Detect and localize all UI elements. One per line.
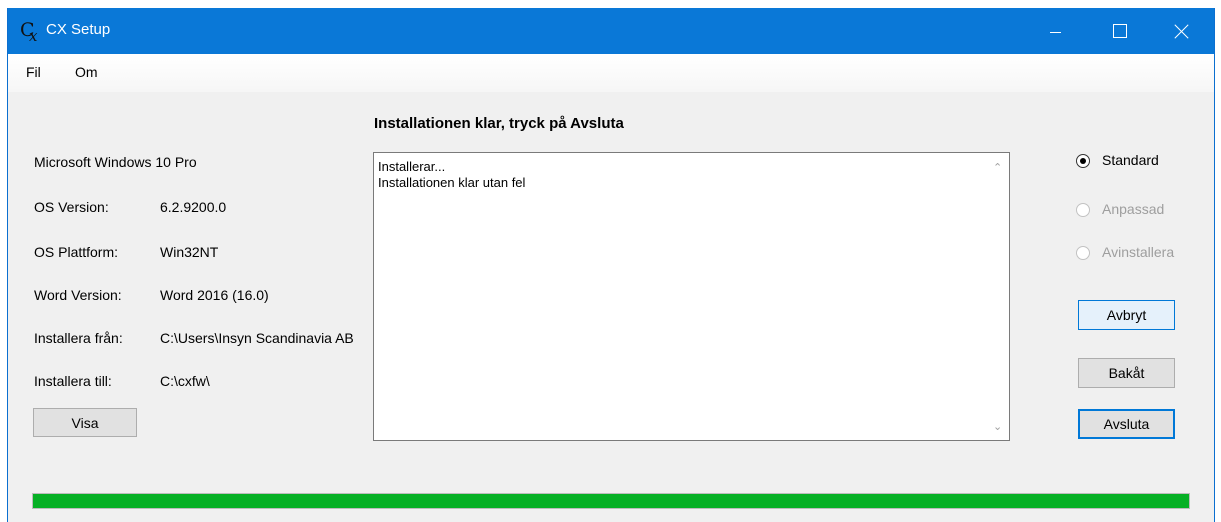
menu-fil[interactable]: Fil (26, 64, 41, 80)
install-log[interactable]: Installerar... Installationen klar utan … (373, 152, 1010, 441)
install-from-value: C:\Users\Insyn Scandinavia AB (160, 330, 354, 346)
status-heading: Installationen klar, tryck på Avsluta (374, 115, 624, 132)
os-platform-label: OS Plattform: (34, 244, 119, 260)
os-name: Microsoft Windows 10 Pro (34, 154, 197, 170)
cancel-button[interactable]: Avbryt (1078, 300, 1175, 330)
scroll-down-icon[interactable]: ⌄ (993, 422, 1003, 433)
radio-unchecked-icon (1076, 246, 1090, 260)
radio-avinstallera-label: Avinstallera (1102, 244, 1175, 260)
install-from-label: Installera från: (34, 330, 123, 346)
setup-window: Cx CX Setup Fil Om Microsoft Windows 10 … (7, 8, 1215, 522)
word-version-label: Word Version: (34, 287, 122, 303)
radio-checked-icon (1076, 154, 1090, 168)
word-version-value: Word 2016 (16.0) (160, 287, 269, 303)
close-icon (1174, 24, 1189, 39)
close-button[interactable] (1158, 8, 1204, 54)
os-version-label: OS Version: (34, 199, 109, 215)
radio-unchecked-icon (1076, 203, 1090, 217)
progress-fill (33, 494, 1189, 508)
radio-standard-label: Standard (1102, 152, 1159, 168)
radio-anpassad-label: Anpassad (1102, 201, 1165, 217)
menu-bar: Fil Om (8, 54, 1214, 92)
os-version-value: 6.2.9200.0 (160, 199, 227, 215)
minimize-icon (1049, 31, 1061, 33)
maximize-icon (1113, 24, 1127, 38)
window-title: CX Setup (46, 21, 111, 38)
show-button[interactable]: Visa (33, 408, 137, 437)
log-line: Installerar... (378, 159, 446, 174)
log-line: Installationen klar utan fel (378, 175, 526, 190)
finish-button[interactable]: Avsluta (1078, 409, 1175, 439)
minimize-button[interactable] (1032, 8, 1078, 54)
menu-om[interactable]: Om (75, 64, 98, 80)
os-platform-value: Win32NT (160, 244, 219, 260)
cx-app-icon: Cx (20, 19, 38, 45)
install-to-value: C:\cxfw\ (160, 373, 210, 389)
title-bar[interactable]: Cx CX Setup (8, 8, 1214, 54)
back-button[interactable]: Bakåt (1078, 358, 1175, 388)
install-progress-bar (32, 493, 1190, 509)
maximize-button[interactable] (1097, 8, 1143, 54)
install-to-label: Installera till: (34, 373, 112, 389)
scroll-up-icon[interactable]: ⌃ (993, 163, 1003, 174)
